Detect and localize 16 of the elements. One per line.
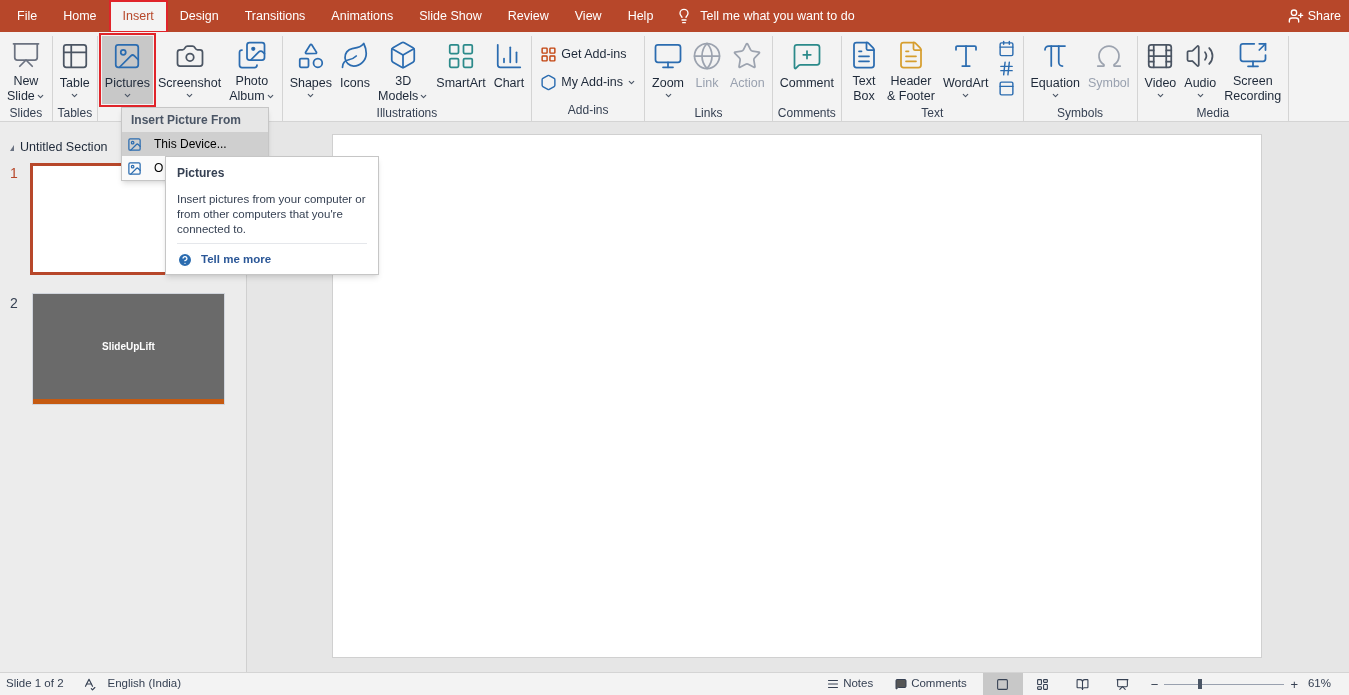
menu-header: Insert Picture From — [122, 108, 268, 132]
group-label: Symbols — [1056, 105, 1105, 122]
tooltip-title: Pictures — [177, 165, 226, 182]
tooltip-text: Insert pictures from your computer or from other computers that you're connected to. — [177, 192, 367, 244]
slide-counter: Slide 1 of 2 — [6, 676, 64, 692]
slide-title: SlideUpLift — [102, 339, 155, 354]
group-label: Comments — [776, 105, 837, 122]
group-label: Text — [920, 105, 945, 122]
group-label: Links — [693, 105, 724, 122]
group-label: Illustrations — [375, 105, 439, 122]
slide-number: 1 — [10, 163, 19, 183]
group-label: Add-ins — [566, 102, 610, 119]
slide-number: 2 — [10, 293, 19, 313]
group-label: Media — [1195, 105, 1231, 122]
group-label: Tables — [56, 105, 93, 122]
group-label: Slides — [8, 105, 44, 122]
